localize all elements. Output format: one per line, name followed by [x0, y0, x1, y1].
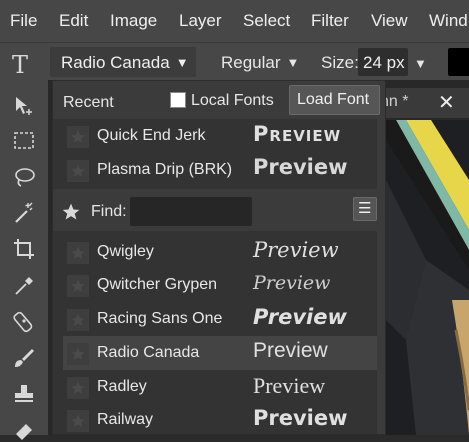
- font-preview: Preview: [253, 305, 347, 329]
- font-picker-panel: Recent Local Fonts Load Font Quick End J…: [52, 80, 386, 435]
- menu-select[interactable]: Select: [243, 11, 290, 31]
- magic-wand-tool-icon[interactable]: [12, 201, 36, 225]
- favorite-star-icon[interactable]: [67, 343, 89, 365]
- font-preview: Preview: [253, 373, 326, 398]
- font-family-select[interactable]: Radio Canada ▼: [50, 47, 196, 77]
- chevron-down-icon: ▼: [286, 55, 300, 70]
- recent-heading: Recent: [63, 94, 114, 111]
- load-font-label: Load Font: [297, 91, 370, 108]
- font-name: Radio Canada: [97, 344, 200, 361]
- font-row-selected[interactable]: Radio Canada Preview: [63, 336, 377, 370]
- eyedropper-tool-icon[interactable]: [12, 274, 36, 298]
- font-name: Qwitcher Grypen: [97, 276, 218, 293]
- font-preview: Preview: [253, 339, 328, 362]
- menu-bar: File Edit Image Layer Select Filter View…: [0, 0, 469, 42]
- font-weight-value: Regular: [221, 53, 281, 72]
- font-row[interactable]: Radley Preview: [63, 370, 377, 404]
- local-fonts-label[interactable]: Local Fonts: [191, 92, 274, 110]
- font-weight-select[interactable]: Regular ▼: [221, 53, 299, 73]
- font-name: Qwigley: [97, 243, 154, 260]
- font-row[interactable]: Racing Sans One Preview: [63, 302, 377, 336]
- chevron-down-icon[interactable]: ▼: [414, 56, 427, 71]
- lasso-tool-icon[interactable]: [12, 166, 36, 190]
- menu-image[interactable]: Image: [110, 11, 157, 31]
- favorite-star-icon[interactable]: [67, 410, 89, 432]
- eraser-tool-icon[interactable]: [12, 418, 36, 442]
- star-icon[interactable]: [61, 202, 81, 222]
- menu-filter[interactable]: Filter: [311, 11, 349, 31]
- type-tool-icon[interactable]: T: [12, 51, 28, 79]
- stamp-tool-icon[interactable]: [12, 382, 36, 406]
- font-family-value: Radio Canada: [61, 53, 170, 72]
- font-name: Radley: [97, 378, 147, 395]
- font-name: Racing Sans One: [97, 310, 223, 327]
- menu-icon: ☰: [358, 200, 372, 217]
- find-label: Find:: [91, 203, 127, 220]
- font-name: Plasma Drip (BRK): [97, 161, 233, 178]
- menu-window[interactable]: Wind: [429, 11, 468, 31]
- tool-options-bar: T Radio Canada ▼ Regular ▼ Size: 24 px ▼: [0, 42, 469, 81]
- font-size-value: 24 px: [363, 53, 405, 72]
- brush-tool-icon[interactable]: [12, 346, 36, 370]
- font-row[interactable]: Qwitcher Grypen Preview: [63, 268, 377, 302]
- favorite-star-icon[interactable]: [67, 160, 89, 182]
- move-tool-icon[interactable]: [12, 94, 36, 118]
- canvas-image: [386, 120, 469, 435]
- font-row[interactable]: Railway Preview: [63, 403, 377, 434]
- font-row[interactable]: Qwigley Preview: [63, 235, 377, 269]
- artwork-image: [386, 120, 469, 435]
- font-name: Railway: [97, 411, 154, 428]
- local-fonts-checkbox[interactable]: [170, 92, 186, 108]
- list-menu-button[interactable]: ☰: [353, 197, 377, 221]
- font-preview: Preview: [253, 406, 348, 430]
- favorite-star-icon[interactable]: [67, 275, 89, 297]
- favorite-star-icon[interactable]: [67, 242, 89, 264]
- recent-font-row[interactable]: Plasma Drip (BRK) Preview: [63, 153, 377, 187]
- recent-font-row[interactable]: Quick End Jerk Preview: [63, 119, 377, 153]
- text-color-swatch[interactable]: [448, 48, 469, 76]
- recent-fonts-list: Quick End Jerk Preview Plasma Drip (BRK)…: [53, 119, 377, 189]
- close-icon[interactable]: ✕: [438, 90, 455, 115]
- marquee-tool-icon[interactable]: [12, 129, 36, 153]
- font-preview: Preview: [253, 272, 331, 294]
- menu-layer[interactable]: Layer: [179, 11, 222, 31]
- favorite-star-icon[interactable]: [67, 309, 89, 331]
- crop-tool-icon[interactable]: [12, 237, 36, 261]
- font-preview: Preview: [253, 155, 348, 179]
- menu-file[interactable]: File: [10, 11, 37, 31]
- font-preview: Preview: [253, 122, 342, 146]
- favorite-star-icon[interactable]: [67, 126, 89, 148]
- font-preview: Preview: [253, 238, 339, 262]
- menu-view[interactable]: View: [371, 11, 408, 31]
- font-size-input[interactable]: 24 px: [358, 48, 408, 76]
- document-tab[interactable]: nn * ✕: [378, 88, 469, 118]
- font-list: Qwigley Preview Qwitcher Grypen Preview …: [53, 231, 377, 434]
- favorite-star-icon[interactable]: [67, 377, 89, 399]
- load-font-button[interactable]: Load Font: [289, 85, 380, 115]
- tools-sidebar: [0, 80, 48, 440]
- healing-tool-icon[interactable]: [12, 309, 36, 333]
- find-input[interactable]: [130, 197, 252, 226]
- menu-edit[interactable]: Edit: [59, 11, 88, 31]
- font-name: Quick End Jerk: [97, 127, 206, 144]
- chevron-down-icon: ▼: [175, 55, 189, 70]
- size-label: Size:: [321, 53, 359, 72]
